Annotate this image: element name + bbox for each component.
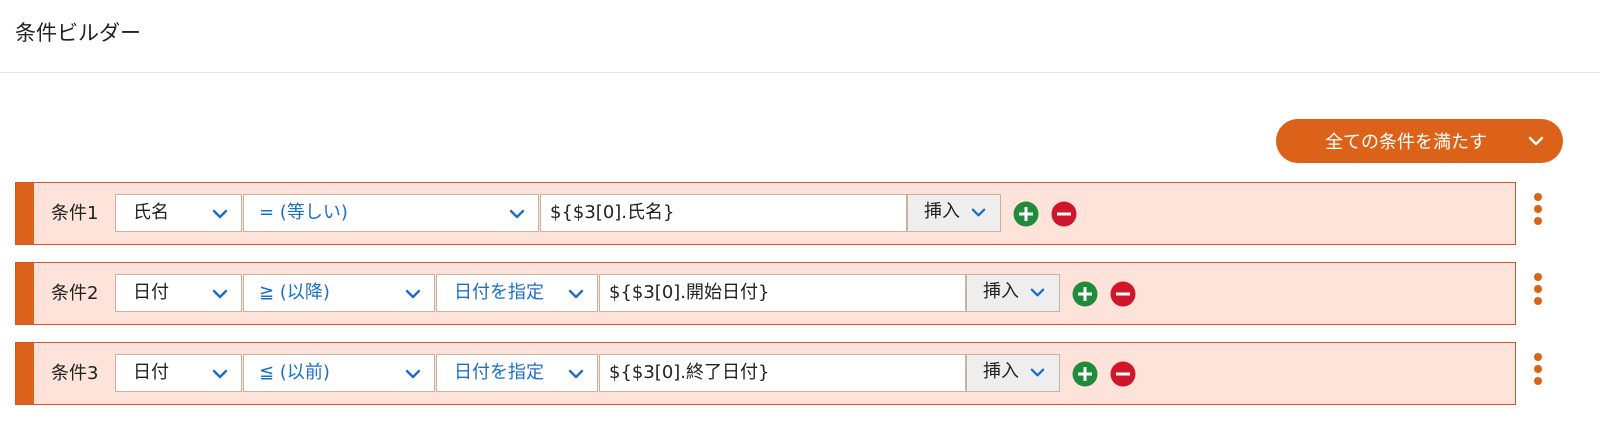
insert-dropdown-button[interactable]: 挿入 bbox=[966, 354, 1060, 392]
date-mode-value: 日付を指定 bbox=[454, 282, 544, 303]
vertical-dots-icon[interactable] bbox=[1532, 192, 1544, 226]
condition-label: 条件3 bbox=[51, 363, 99, 384]
operator-select-value: = (等しい) bbox=[259, 202, 348, 223]
condition-row-1: 条件1 氏名 = (等しい) ${$3[0].氏名} 挿入 bbox=[15, 182, 1516, 245]
field-select[interactable]: 日付 bbox=[115, 354, 242, 392]
page-title: 条件ビルダー bbox=[15, 21, 141, 45]
plus-circle-icon[interactable] bbox=[1072, 281, 1098, 307]
chevron-down-icon bbox=[971, 208, 986, 217]
insert-label: 挿入 bbox=[983, 281, 1019, 302]
insert-label: 挿入 bbox=[983, 361, 1019, 382]
value-input-text: ${$3[0].氏名} bbox=[550, 202, 675, 223]
condition-label: 条件1 bbox=[51, 203, 99, 224]
chevron-down-icon bbox=[405, 289, 421, 299]
chevron-down-icon bbox=[1528, 136, 1544, 146]
minus-circle-icon[interactable] bbox=[1110, 281, 1136, 307]
field-select[interactable]: 氏名 bbox=[115, 194, 242, 232]
operator-select-value: ≦ (以前) bbox=[259, 362, 330, 383]
page-header: 条件ビルダー bbox=[0, 0, 1600, 73]
row-accent-bar bbox=[16, 183, 34, 244]
condition-label: 条件2 bbox=[51, 283, 99, 304]
operator-select-value: ≧ (以降) bbox=[259, 282, 330, 303]
vertical-dots-icon[interactable] bbox=[1532, 352, 1544, 386]
chevron-down-icon bbox=[509, 209, 525, 219]
insert-dropdown-button[interactable]: 挿入 bbox=[907, 194, 1001, 232]
chevron-down-icon bbox=[1030, 288, 1045, 297]
chevron-down-icon bbox=[568, 369, 584, 379]
value-input[interactable]: ${$3[0].開始日付} bbox=[599, 274, 966, 312]
plus-circle-icon[interactable] bbox=[1072, 361, 1098, 387]
field-select-value: 日付 bbox=[133, 362, 169, 383]
plus-circle-icon[interactable] bbox=[1013, 201, 1039, 227]
chevron-down-icon bbox=[405, 369, 421, 379]
operator-select[interactable]: ≧ (以降) bbox=[243, 274, 435, 312]
chevron-down-icon bbox=[568, 289, 584, 299]
field-select-value: 氏名 bbox=[133, 202, 169, 223]
field-select[interactable]: 日付 bbox=[115, 274, 242, 312]
value-input-text: ${$3[0].開始日付} bbox=[609, 282, 770, 303]
date-mode-select[interactable]: 日付を指定 bbox=[436, 354, 598, 392]
row-accent-bar bbox=[16, 343, 34, 404]
condition-row-2: 条件2 日付 ≧ (以降) 日付を指定 ${$3[0].開始日付} 挿入 bbox=[15, 262, 1516, 325]
value-input[interactable]: ${$3[0].終了日付} bbox=[599, 354, 966, 392]
operator-select[interactable]: ≦ (以前) bbox=[243, 354, 435, 392]
chevron-down-icon bbox=[1030, 368, 1045, 377]
value-input[interactable]: ${$3[0].氏名} bbox=[540, 194, 907, 232]
date-mode-select[interactable]: 日付を指定 bbox=[436, 274, 598, 312]
minus-circle-icon[interactable] bbox=[1051, 201, 1077, 227]
minus-circle-icon[interactable] bbox=[1110, 361, 1136, 387]
condition-row-3: 条件3 日付 ≦ (以前) 日付を指定 ${$3[0].終了日付} 挿入 bbox=[15, 342, 1516, 405]
insert-dropdown-button[interactable]: 挿入 bbox=[966, 274, 1060, 312]
field-select-value: 日付 bbox=[133, 282, 169, 303]
vertical-dots-icon[interactable] bbox=[1532, 272, 1544, 306]
chevron-down-icon bbox=[212, 209, 228, 219]
value-input-text: ${$3[0].終了日付} bbox=[609, 362, 770, 383]
match-mode-label: 全ての条件を満たす bbox=[1325, 132, 1487, 153]
insert-label: 挿入 bbox=[924, 201, 960, 222]
row-accent-bar bbox=[16, 263, 34, 324]
operator-select[interactable]: = (等しい) bbox=[243, 194, 539, 232]
chevron-down-icon bbox=[212, 369, 228, 379]
match-mode-dropdown[interactable]: 全ての条件を満たす bbox=[1276, 119, 1563, 163]
date-mode-value: 日付を指定 bbox=[454, 362, 544, 383]
chevron-down-icon bbox=[212, 289, 228, 299]
